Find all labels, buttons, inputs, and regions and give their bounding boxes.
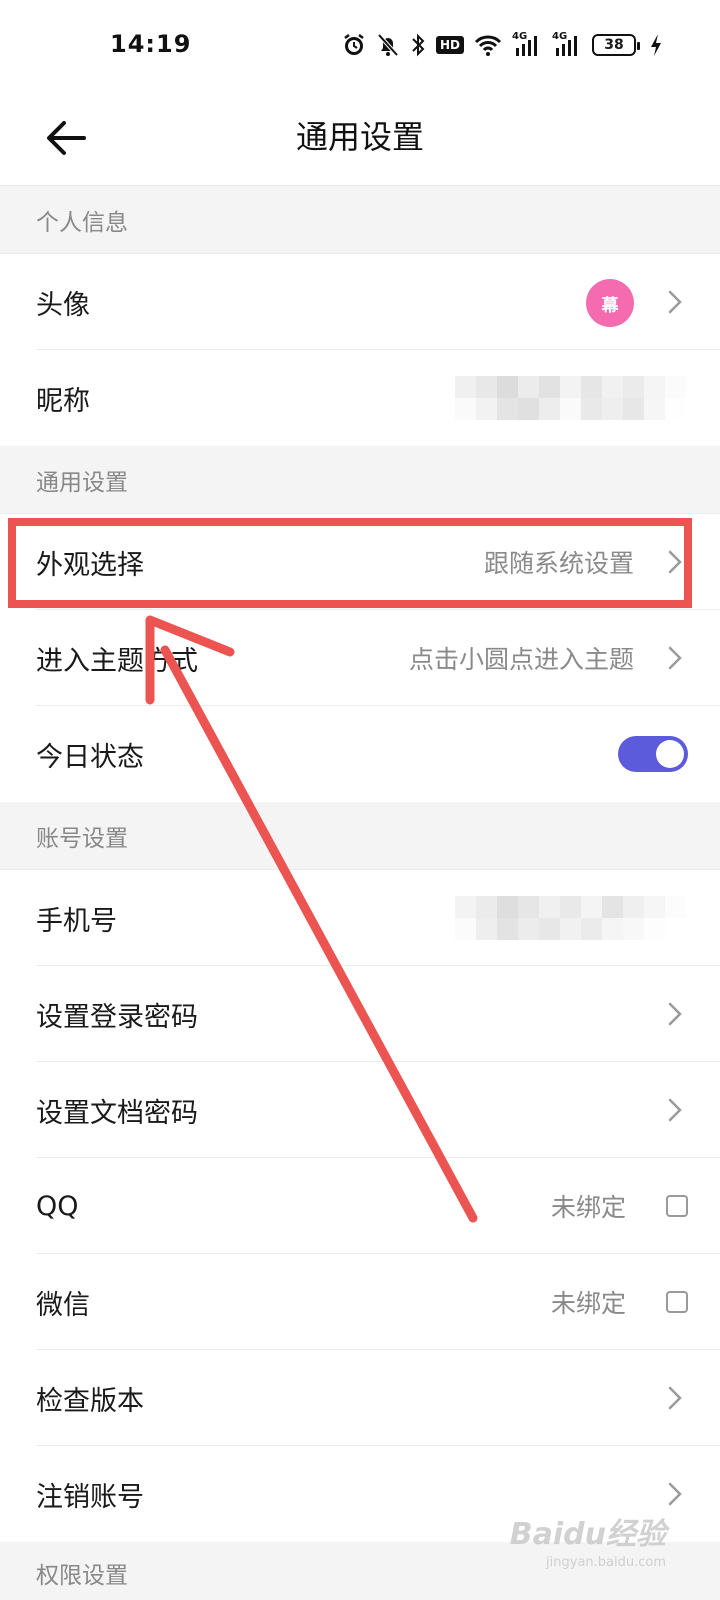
net-label-1: 4G xyxy=(512,31,528,42)
section-header-account: 账号设置 xyxy=(0,802,720,870)
nickname-redacted xyxy=(455,376,686,420)
row-today-status: 今日状态 xyxy=(0,706,720,802)
page-title: 通用设置 xyxy=(295,118,424,156)
watermark-logo: Baidu经验 jingyan.baidu.com xyxy=(510,1509,666,1570)
login-password-label: 设置登录密码 xyxy=(36,1001,198,1033)
theme-entry-value: 点击小圆点进入主题 xyxy=(408,645,634,674)
mute-icon xyxy=(376,31,400,59)
qq-bind-checkbox[interactable] xyxy=(666,1195,688,1217)
charging-icon xyxy=(650,31,662,59)
bluetooth-icon xyxy=(410,31,426,59)
wifi-icon xyxy=(474,31,502,59)
battery-icon: 38 xyxy=(592,34,640,56)
row-doc-password[interactable]: 设置文档密码 xyxy=(0,1062,720,1158)
signal-4g-icon: 4G xyxy=(552,31,582,59)
status-icons: HD 4G 4G 38 xyxy=(342,30,662,60)
delete-account-label: 注销账号 xyxy=(36,1481,144,1513)
chevron-right-icon xyxy=(668,1098,682,1122)
today-status-label: 今日状态 xyxy=(36,741,144,773)
chevron-right-icon xyxy=(668,1002,682,1026)
watermark-text: Baidu经验 xyxy=(509,1517,666,1552)
section-header-general: 通用设置 xyxy=(0,446,720,514)
alarm-icon xyxy=(342,31,366,59)
signal-4g-icon: 4G xyxy=(512,31,542,59)
row-theme-entry[interactable]: 进入主题方式 点击小圆点进入主题 xyxy=(0,610,720,706)
row-phone[interactable]: 手机号 xyxy=(0,870,720,966)
hd-icon: HD xyxy=(435,31,464,59)
chevron-right-icon xyxy=(668,550,682,574)
avatar: 幕 xyxy=(586,279,634,327)
net-label-2: 4G xyxy=(552,31,568,42)
qq-value: 未绑定 xyxy=(550,1193,626,1222)
appearance-label: 外观选择 xyxy=(36,549,144,581)
row-login-password[interactable]: 设置登录密码 xyxy=(0,966,720,1062)
appearance-value: 跟随系统设置 xyxy=(483,549,634,578)
theme-entry-label: 进入主题方式 xyxy=(36,645,198,677)
row-wechat[interactable]: 微信 未绑定 xyxy=(0,1254,720,1350)
status-bar: 14:19 HD 4G 4G 38 xyxy=(0,0,720,90)
battery-level: 38 xyxy=(604,37,624,53)
row-nickname[interactable]: 昵称 xyxy=(0,350,720,446)
qq-label: QQ xyxy=(36,1190,79,1222)
row-appearance[interactable]: 外观选择 跟随系统设置 xyxy=(0,514,720,610)
phone-label: 手机号 xyxy=(36,905,117,937)
avatar-label: 头像 xyxy=(36,289,90,321)
doc-password-label: 设置文档密码 xyxy=(36,1097,198,1129)
nickname-label: 昵称 xyxy=(36,385,90,417)
app-header: 通用设置 xyxy=(0,90,720,186)
chevron-right-icon xyxy=(668,1386,682,1410)
chevron-right-icon xyxy=(668,1482,682,1506)
row-avatar[interactable]: 头像 幕 xyxy=(0,254,720,350)
status-time: 14:19 xyxy=(110,30,192,58)
section-header-personal: 个人信息 xyxy=(0,186,720,254)
wechat-bind-checkbox[interactable] xyxy=(666,1291,688,1313)
chevron-right-icon xyxy=(668,290,682,314)
today-status-toggle[interactable] xyxy=(618,736,688,772)
watermark-sub: jingyan.baidu.com xyxy=(546,1555,666,1570)
row-check-version[interactable]: 检查版本 xyxy=(0,1350,720,1446)
chevron-right-icon xyxy=(668,646,682,670)
wechat-label: 微信 xyxy=(36,1289,90,1321)
hd-label: HD xyxy=(435,36,464,54)
phone-redacted xyxy=(455,896,686,940)
row-qq[interactable]: QQ 未绑定 xyxy=(0,1158,720,1254)
wechat-value: 未绑定 xyxy=(550,1289,626,1318)
check-version-label: 检查版本 xyxy=(36,1385,144,1417)
